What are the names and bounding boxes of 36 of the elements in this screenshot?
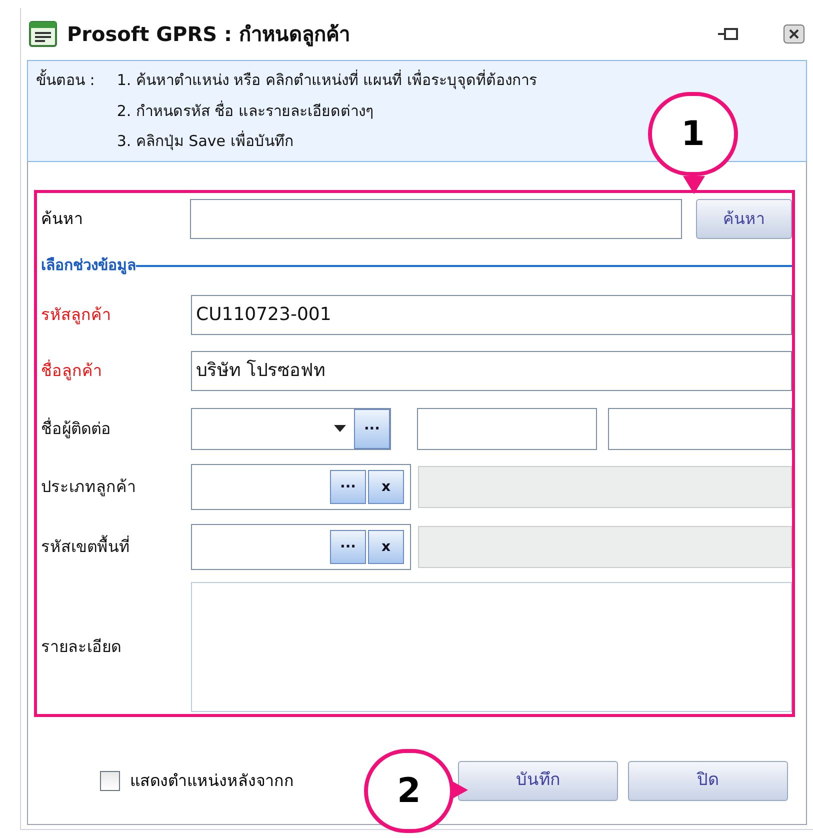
callout-pointer-icon xyxy=(450,780,468,800)
search-button[interactable]: ค้นหา xyxy=(696,198,792,238)
browse-button[interactable]: ··· xyxy=(330,470,366,504)
browse-button[interactable]: ··· xyxy=(330,530,366,564)
dropdown-arrow-icon xyxy=(334,424,346,432)
close-icon[interactable] xyxy=(783,24,805,44)
search-field[interactable] xyxy=(190,198,682,238)
lookup-field[interactable]: ··· x xyxy=(191,464,411,510)
text-field[interactable]: CU110723-001 xyxy=(191,294,792,334)
window-icon xyxy=(29,21,57,47)
lookup-field[interactable]: ··· x xyxy=(191,524,411,570)
text-field[interactable] xyxy=(608,408,792,450)
dropdown-field[interactable]: ··· xyxy=(191,408,391,450)
browse-button[interactable]: ··· xyxy=(354,408,390,448)
field-label: รหัสลูกค้า xyxy=(41,304,112,326)
instruction-step: 1. ค้นหาตำแหน่ง หรือ คลิกตำแหน่งที่ แผนที่ เพื่อระบุจุดที่ต้องการ xyxy=(116,69,537,92)
clear-button[interactable]: x xyxy=(368,470,404,504)
section-heading: เลือกช่วงข้อมูล xyxy=(41,255,136,276)
field-label: ชื่อลูกค้า xyxy=(41,358,103,382)
checkbox-label: แสดงตำแหน่งหลังจากก xyxy=(130,770,295,792)
field-label: รายละเอียด xyxy=(41,636,122,658)
pin-icon[interactable] xyxy=(717,27,739,41)
instruction-step: 3. คลิกปุ่ม Save เพื่อบันทึก xyxy=(116,130,537,152)
window-title: Prosoft GPRS : กำหนดลูกค้า xyxy=(67,21,351,48)
checkbox[interactable] xyxy=(100,770,120,790)
dialog-button[interactable]: บันทึก xyxy=(458,760,618,800)
instruction-step: 2. กำหนดรหัส ชื่อ และรายละเอียดต่างๆ xyxy=(116,100,537,122)
field-label: ค้นหา xyxy=(41,208,84,230)
text-field[interactable] xyxy=(416,408,597,450)
field-label: รหัสเขตพื้นที่ xyxy=(41,534,131,558)
dialog-button[interactable]: ปิด xyxy=(628,760,788,800)
clear-button[interactable]: x xyxy=(368,530,404,564)
field-label: ประเภทลูกค้า xyxy=(41,476,137,498)
text-field[interactable]: บริษัท โปรซอฟท xyxy=(191,350,792,390)
instructions-label: ขั้นตอน : xyxy=(36,69,95,91)
field-label: ชื่อผู้ติดต่อ xyxy=(41,416,112,440)
